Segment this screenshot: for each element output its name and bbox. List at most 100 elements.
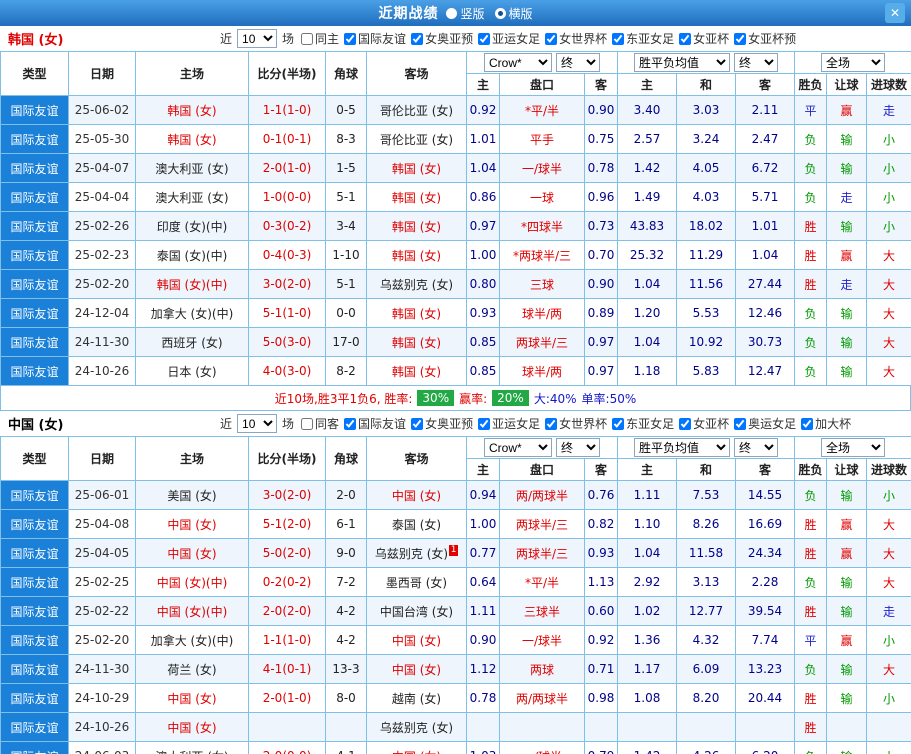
home-team-link[interactable]: 西班牙 (女) — [161, 336, 222, 350]
odds-time-select[interactable]: 终 — [556, 438, 600, 457]
league-cell[interactable]: 国际友谊 — [0, 712, 69, 742]
filter-checkbox[interactable] — [734, 417, 747, 430]
filter-checkbox[interactable] — [301, 417, 314, 430]
away-team-link[interactable]: 哥伦比亚 (女) — [380, 104, 453, 118]
filter-checkbox-label[interactable]: 加大杯 — [815, 415, 851, 432]
match-row[interactable]: 国际友谊 25-04-08 中国 (女) 5-1(2-0) 6-1 泰国 (女)… — [0, 509, 911, 539]
odds-provider-select[interactable]: Crow* — [484, 438, 552, 457]
home-team-link[interactable]: 荷兰 (女) — [167, 663, 216, 677]
filter-checkbox-label[interactable]: 女奥亚预 — [425, 30, 473, 47]
mean-type-select[interactable]: 胜平负均值 — [634, 438, 730, 457]
filter-checkbox-label[interactable]: 东亚女足 — [626, 30, 674, 47]
fulltime-select[interactable]: 全场 — [821, 438, 886, 457]
filter-checkbox[interactable] — [545, 417, 558, 430]
filter-checkbox-item[interactable]: 同主 — [301, 30, 339, 47]
match-row[interactable]: 国际友谊 24-12-04 加拿大 (女)(中) 5-1(1-0) 0-0 韩国… — [0, 298, 911, 328]
league-cell[interactable]: 国际友谊 — [0, 741, 69, 754]
home-team-link[interactable]: 中国 (女) — [167, 692, 216, 706]
league-cell[interactable]: 国际友谊 — [0, 356, 69, 386]
league-cell[interactable]: 国际友谊 — [0, 240, 69, 270]
home-team-link[interactable]: 中国 (女) — [167, 547, 216, 561]
away-team-link[interactable]: 韩国 (女) — [392, 307, 441, 321]
filter-checkbox-label[interactable]: 女世界杯 — [559, 415, 607, 432]
match-row[interactable]: 国际友谊 25-02-20 韩国 (女)(中) 3-0(2-0) 5-1 乌兹别… — [0, 269, 911, 299]
away-team-link[interactable]: 乌兹别克 (女) — [380, 278, 453, 292]
away-team-link[interactable]: 中国 (女) — [392, 750, 441, 754]
mean-time-select[interactable]: 终 — [734, 53, 778, 72]
away-team-link[interactable]: 韩国 (女) — [392, 162, 441, 176]
odds-provider-select[interactable]: Crow* — [484, 53, 552, 72]
filter-checkbox[interactable] — [478, 32, 491, 45]
away-team-link[interactable]: 韩国 (女) — [392, 220, 441, 234]
away-team-link[interactable]: 中国台湾 (女) — [380, 605, 453, 619]
league-cell[interactable]: 国际友谊 — [0, 567, 69, 597]
filter-checkbox-item[interactable]: 加大杯 — [801, 415, 851, 432]
layout-radio-option[interactable]: 竖版 — [446, 5, 485, 22]
filter-checkbox-item[interactable]: 女奥亚预 — [411, 415, 473, 432]
filter-checkbox-item[interactable]: 东亚女足 — [612, 415, 674, 432]
filter-checkbox-label[interactable]: 同主 — [315, 30, 339, 47]
match-count-select[interactable]: 10 — [237, 29, 278, 48]
home-team-link[interactable]: 加拿大 (女)(中) — [151, 307, 234, 321]
league-cell[interactable]: 国际友谊 — [0, 625, 69, 655]
away-team-link[interactable]: 中国 (女) — [392, 489, 441, 503]
radio-label[interactable]: 横版 — [509, 5, 533, 22]
radio-icon[interactable] — [446, 7, 458, 19]
radio-label[interactable]: 竖版 — [460, 5, 484, 22]
filter-checkbox-item[interactable]: 奥运女足 — [734, 415, 796, 432]
away-team-link[interactable]: 墨西哥 (女) — [386, 576, 447, 590]
home-team-link[interactable]: 澳大利亚 (女) — [155, 191, 228, 205]
mean-type-select[interactable]: 胜平负均值 — [634, 53, 730, 72]
filter-checkbox-label[interactable]: 奥运女足 — [748, 415, 796, 432]
filter-checkbox-label[interactable]: 女世界杯 — [559, 30, 607, 47]
league-cell[interactable]: 国际友谊 — [0, 509, 69, 539]
home-team-link[interactable]: 澳大利亚 (女) — [155, 162, 228, 176]
league-cell[interactable]: 国际友谊 — [0, 480, 69, 510]
filter-checkbox[interactable] — [612, 32, 625, 45]
league-cell[interactable]: 国际友谊 — [0, 538, 69, 568]
filter-checkbox-item[interactable]: 女亚杯预 — [734, 30, 796, 47]
filter-checkbox-item[interactable]: 女世界杯 — [545, 30, 607, 47]
filter-checkbox[interactable] — [679, 32, 692, 45]
match-row[interactable]: 国际友谊 24-10-26 中国 (女) 乌兹别克 (女) 胜 — [0, 712, 911, 742]
home-team-link[interactable]: 中国 (女) — [167, 721, 216, 735]
home-team-link[interactable]: 印度 (女)(中) — [157, 220, 228, 234]
match-row[interactable]: 国际友谊 25-05-30 韩国 (女) 0-1(0-1) 8-3 哥伦比亚 (… — [0, 124, 911, 154]
home-team-link[interactable]: 美国 (女) — [167, 489, 216, 503]
close-button[interactable]: ✕ — [885, 3, 905, 23]
mean-time-select[interactable]: 终 — [734, 438, 778, 457]
away-team-link[interactable]: 韩国 (女) — [392, 336, 441, 350]
filter-checkbox-label[interactable]: 女亚杯 — [693, 415, 729, 432]
match-row[interactable]: 国际友谊 24-11-30 西班牙 (女) 5-0(3-0) 17-0 韩国 (… — [0, 327, 911, 357]
filter-checkbox-label[interactable]: 亚运女足 — [492, 415, 540, 432]
away-team-link[interactable]: 韩国 (女) — [392, 249, 441, 263]
league-cell[interactable]: 国际友谊 — [0, 327, 69, 357]
match-row[interactable]: 国际友谊 25-06-01 美国 (女) 3-0(2-0) 2-0 中国 (女)… — [0, 480, 911, 510]
league-cell[interactable]: 国际友谊 — [0, 211, 69, 241]
match-count-select[interactable]: 10 — [237, 414, 278, 433]
home-team-link[interactable]: 中国 (女)(中) — [157, 576, 228, 590]
filter-checkbox[interactable] — [301, 32, 314, 45]
filter-checkbox[interactable] — [411, 417, 424, 430]
match-row[interactable]: 国际友谊 25-02-23 泰国 (女)(中) 0-4(0-3) 1-10 韩国… — [0, 240, 911, 270]
home-team-link[interactable]: 加拿大 (女)(中) — [151, 634, 234, 648]
away-team-link[interactable]: 乌兹别克 (女) — [380, 721, 453, 735]
league-cell[interactable]: 国际友谊 — [0, 124, 69, 154]
match-row[interactable]: 国际友谊 24-11-30 荷兰 (女) 4-1(0-1) 13-3 中国 (女… — [0, 654, 911, 684]
match-row[interactable]: 国际友谊 24-06-03 澳大利亚 (女) 2-0(0-0) 4-1 中国 (… — [0, 741, 911, 754]
away-team-link[interactable]: 韩国 (女) — [392, 191, 441, 205]
filter-checkbox-item[interactable]: 女世界杯 — [545, 415, 607, 432]
match-row[interactable]: 国际友谊 24-10-29 中国 (女) 2-0(1-0) 8-0 越南 (女)… — [0, 683, 911, 713]
layout-radio-option[interactable]: 横版 — [494, 5, 533, 22]
fulltime-select[interactable]: 全场 — [821, 53, 886, 72]
radio-icon[interactable] — [494, 7, 506, 19]
home-team-link[interactable]: 日本 (女) — [167, 365, 216, 379]
away-team-link[interactable]: 中国 (女) — [392, 634, 441, 648]
match-row[interactable]: 国际友谊 25-02-22 中国 (女)(中) 2-0(2-0) 4-2 中国台… — [0, 596, 911, 626]
filter-checkbox[interactable] — [344, 32, 357, 45]
filter-checkbox-item[interactable]: 女亚杯 — [679, 30, 729, 47]
match-row[interactable]: 国际友谊 25-02-25 中国 (女)(中) 0-2(0-2) 7-2 墨西哥… — [0, 567, 911, 597]
home-team-link[interactable]: 澳大利亚 (女) — [155, 750, 228, 754]
match-row[interactable]: 国际友谊 25-04-07 澳大利亚 (女) 2-0(1-0) 1-5 韩国 (… — [0, 153, 911, 183]
home-team-link[interactable]: 中国 (女)(中) — [157, 605, 228, 619]
